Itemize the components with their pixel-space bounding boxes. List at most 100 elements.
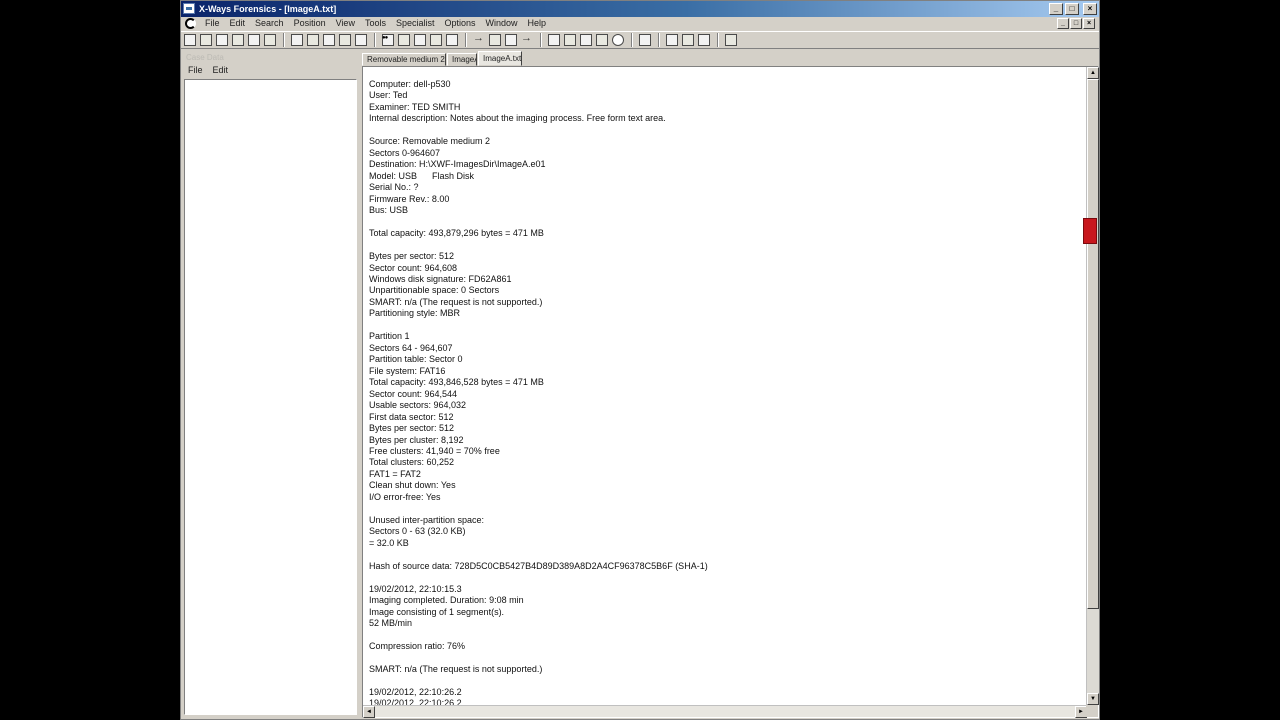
maximize-button[interactable]: □ — [1065, 3, 1079, 15]
calculator-icon[interactable] — [682, 34, 694, 46]
settings-icon[interactable] — [725, 34, 737, 46]
paste-icon[interactable] — [339, 34, 351, 46]
text-line: Total capacity: 493,846,528 bytes = 471 … — [369, 377, 544, 388]
edit-icon[interactable] — [264, 34, 276, 46]
text-line: Serial No.: ? — [369, 182, 419, 193]
text-line: Compression ratio: 76% — [369, 640, 466, 651]
disk-icon[interactable] — [548, 34, 560, 46]
menu-edit[interactable]: Edit — [225, 17, 251, 30]
open-file-icon[interactable] — [200, 34, 212, 46]
app-window: X-Ways Forensics - [ImageA.txt] _ □ × Fi… — [180, 0, 1100, 720]
doc-restore-button[interactable]: □ — [1070, 18, 1082, 29]
text-line: Bytes per sector: 512 — [369, 251, 455, 262]
scroll-left-button[interactable]: ◄ — [363, 706, 375, 718]
image-icon[interactable] — [564, 34, 576, 46]
text-line: 19/02/2012, 22:10:26.2 — [369, 686, 462, 697]
replace-text-icon[interactable] — [414, 34, 426, 46]
text-line: Windows disk signature: FD62A861 — [369, 273, 512, 284]
text-line: SMART: n/a (The request is not supported… — [369, 663, 543, 674]
text-line: FAT1 = FAT2 — [369, 468, 421, 479]
close-button[interactable]: × — [1083, 3, 1097, 15]
text-line: SMART: n/a (The request is not supported… — [369, 296, 543, 307]
menu-view[interactable]: View — [331, 17, 360, 30]
menu-options[interactable]: Options — [440, 17, 481, 30]
menu-help[interactable]: Help — [523, 17, 552, 30]
window-title: X-Ways Forensics - [ImageA.txt] — [199, 4, 337, 14]
binoculars-icon[interactable] — [382, 34, 394, 46]
text-line: User: Ted — [369, 90, 408, 101]
undo-icon[interactable] — [291, 34, 303, 46]
paste-special-icon[interactable] — [355, 34, 367, 46]
title-bar[interactable]: X-Ways Forensics - [ImageA.txt] _ □ × — [181, 1, 1099, 17]
cut-icon[interactable] — [307, 34, 319, 46]
doc-minimize-button[interactable]: _ — [1057, 18, 1069, 29]
document-icon[interactable] — [185, 18, 196, 29]
replace-hex-icon[interactable] — [430, 34, 442, 46]
text-line: Total capacity: 493,879,296 bytes = 471 … — [369, 228, 544, 239]
text-line: First data sector: 512 — [369, 411, 454, 422]
menu-specialist[interactable]: Specialist — [391, 17, 440, 30]
app-icon[interactable] — [183, 3, 195, 14]
scroll-track[interactable] — [1087, 79, 1099, 693]
tab-imagea-txt[interactable]: ImageA.txt — [478, 51, 522, 66]
scroll-down-button[interactable]: ▼ — [1087, 693, 1099, 705]
toolbar-separator — [283, 33, 285, 47]
goto-sector-icon[interactable] — [489, 34, 501, 46]
scroll-position-marker[interactable] — [1083, 218, 1097, 244]
minimize-button[interactable]: _ — [1049, 3, 1063, 15]
scrollbar-corner — [1086, 705, 1098, 717]
find-hex-icon[interactable] — [398, 34, 410, 46]
toolbar-separator — [658, 33, 660, 47]
text-line: Imaging completed. Duration: 9:08 min — [369, 595, 524, 606]
copy-icon[interactable] — [323, 34, 335, 46]
text-line: Sector count: 964,608 — [369, 262, 458, 273]
menu-tools[interactable]: Tools — [360, 17, 391, 30]
scroll-thumb[interactable] — [1087, 79, 1099, 609]
document-controls: _ □ × — [1057, 18, 1095, 29]
forward-arrow-icon[interactable] — [521, 32, 533, 46]
tab-bar: Removable medium 2 ImageA ImageA.txt — [362, 51, 523, 66]
new-file-icon[interactable] — [184, 34, 196, 46]
tab-imagea[interactable]: ImageA — [447, 53, 477, 66]
menu-search[interactable]: Search — [250, 17, 289, 30]
print-icon[interactable] — [232, 34, 244, 46]
text-line: = 32.0 KB — [369, 537, 409, 548]
tab-removable-medium[interactable]: Removable medium 2 — [362, 53, 446, 66]
menu-file[interactable]: File — [200, 17, 225, 30]
table-icon[interactable] — [698, 34, 710, 46]
text-line: Bytes per sector: 512 — [369, 423, 455, 434]
text-line: Sector count: 964,544 — [369, 388, 458, 399]
save-icon[interactable] — [216, 34, 228, 46]
text-line: Total clusters: 60,252 — [369, 457, 455, 468]
text-line: Partition 1 — [369, 331, 410, 342]
scroll-up-button[interactable]: ▲ — [1087, 67, 1099, 79]
goto-offset-icon[interactable] — [473, 32, 485, 46]
magnifier-icon[interactable] — [612, 34, 624, 46]
search-next-icon[interactable] — [446, 34, 458, 46]
text-line: Internal description: Notes about the im… — [369, 113, 666, 124]
pen-icon[interactable] — [666, 34, 678, 46]
text-line: Bus: USB — [369, 205, 409, 216]
case-menu-file[interactable]: File — [188, 64, 203, 77]
menu-window[interactable]: Window — [481, 17, 523, 30]
text-line: Source: Removable medium 2 — [369, 136, 491, 147]
properties-icon[interactable] — [248, 34, 260, 46]
text-line: Usable sectors: 964,032 — [369, 400, 467, 411]
case-tree[interactable] — [184, 79, 357, 715]
text-line: Firmware Rev.: 8.00 — [369, 193, 450, 204]
toolbar-separator — [465, 33, 467, 47]
text-line: Unpartitionable space: 0 Sectors — [369, 285, 500, 296]
analysis-icon[interactable] — [639, 34, 651, 46]
case-menu-edit[interactable]: Edit — [213, 64, 229, 77]
horizontal-scrollbar[interactable]: ◄ ► — [363, 705, 1087, 718]
bookmark-icon[interactable] — [505, 34, 517, 46]
menu-position[interactable]: Position — [289, 17, 331, 30]
vertical-scrollbar[interactable]: ▲ ▼ — [1083, 67, 1099, 705]
ram-icon[interactable] — [580, 34, 592, 46]
doc-close-button[interactable]: × — [1083, 18, 1095, 29]
document-text-area[interactable]: Computer: dell-p530 User: Ted Examiner: TE… — [363, 67, 1087, 705]
folder-icon[interactable] — [596, 34, 608, 46]
